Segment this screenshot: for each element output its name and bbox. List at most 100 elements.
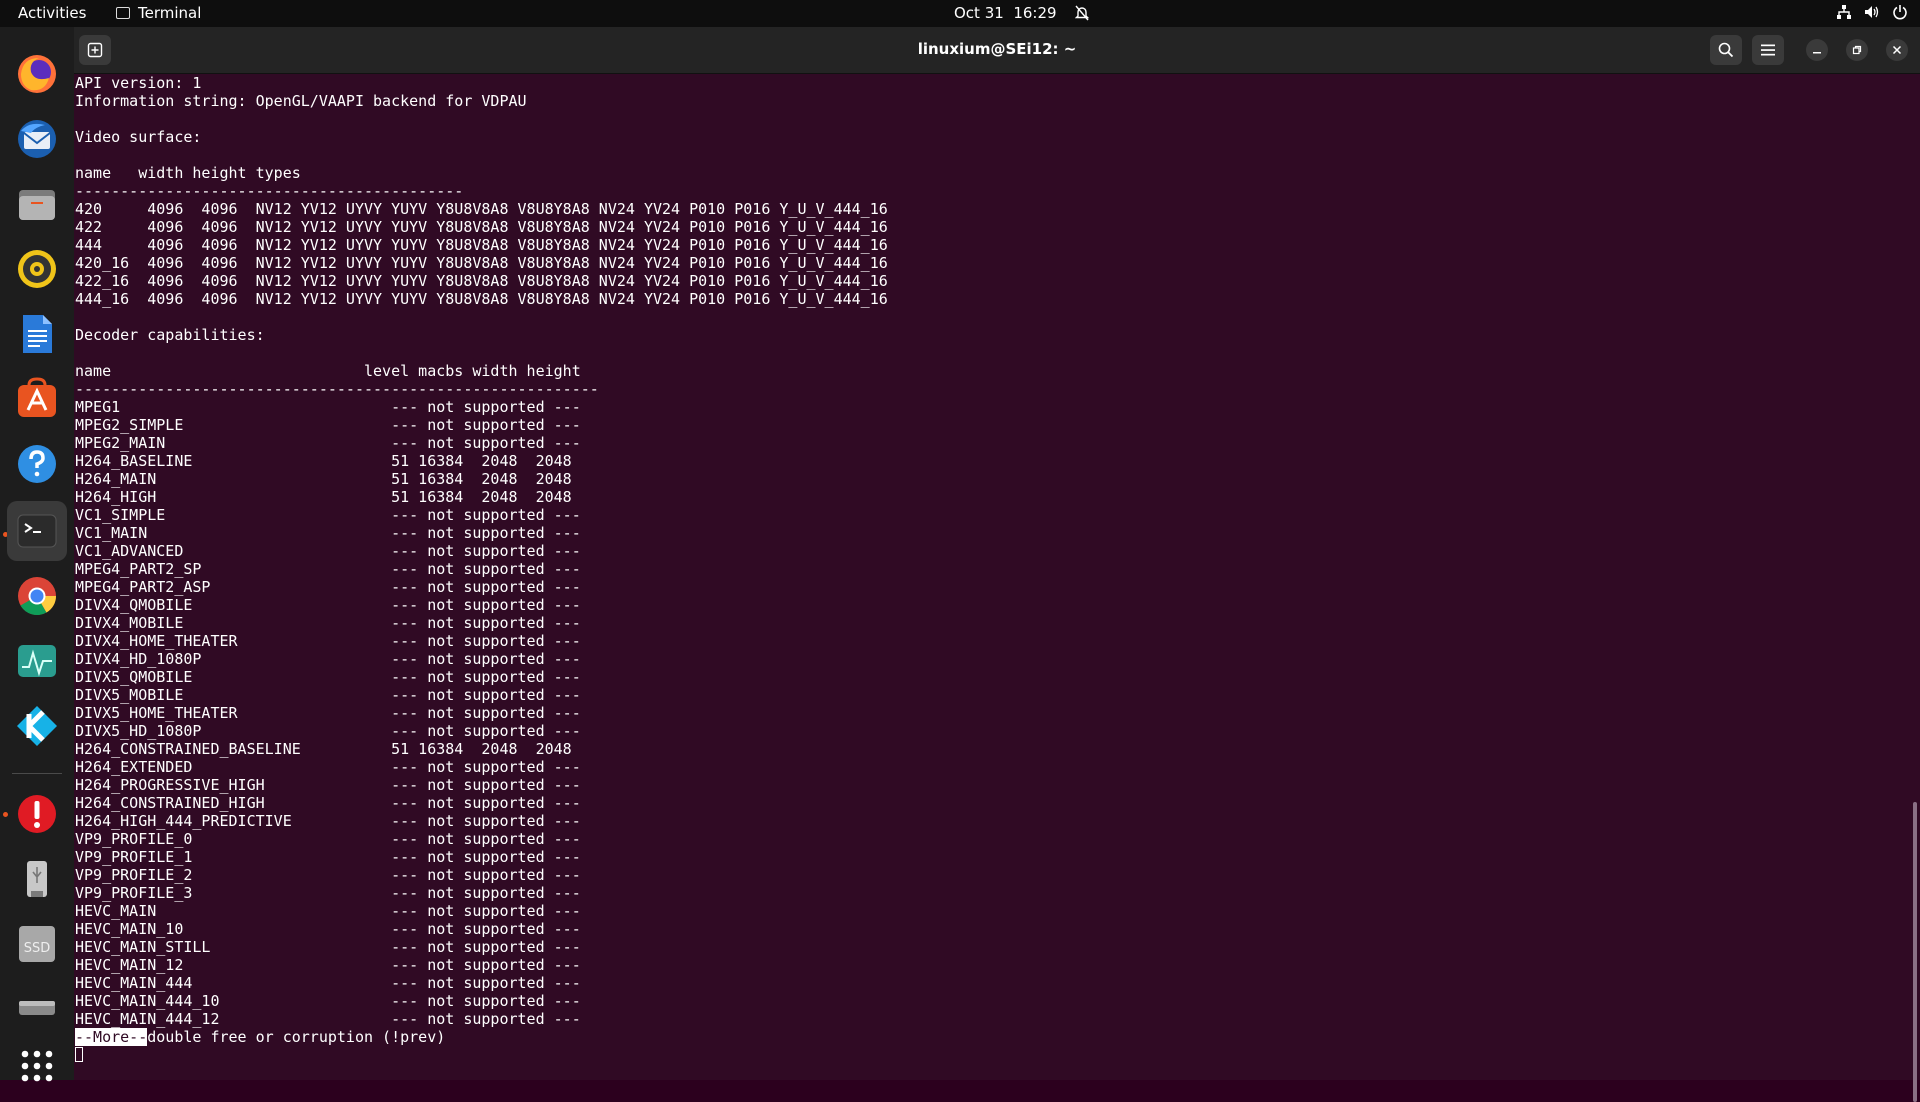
terminal-line: HEVC_MAIN_444 --- not supported --- — [75, 974, 581, 992]
terminal-line: H264_PROGRESSIVE_HIGH --- not supported … — [75, 776, 581, 794]
usb-drive-icon — [27, 861, 47, 897]
terminal-line: 444 4096 4096 NV12 YV12 UYVY YUYV Y8U8V8… — [75, 236, 888, 254]
dock-firefox[interactable] — [7, 44, 67, 104]
terminal-line: HEVC_MAIN_444_10 --- not supported --- — [75, 992, 581, 1010]
libreoffice-writer-icon — [23, 315, 52, 353]
dock-system-monitor[interactable] — [7, 631, 67, 691]
terminal-text: API version: 1 Information string: OpenG… — [74, 74, 1904, 1028]
firefox-icon — [18, 55, 56, 93]
terminal-line: Information string: OpenGL/VAAPI backend… — [75, 92, 527, 110]
restore-button[interactable] — [1846, 39, 1868, 61]
more-prompt: --More-- — [75, 1028, 148, 1046]
terminal-line: 422 4096 4096 NV12 YV12 UYVY YUYV Y8U8V8… — [75, 218, 888, 236]
system-monitor-icon — [18, 645, 56, 677]
dock-kodi[interactable] — [7, 696, 67, 756]
terminal-line: HEVC_MAIN_12 --- not supported --- — [75, 956, 581, 974]
terminal-line: H264_CONSTRAINED_HIGH --- not supported … — [75, 794, 581, 812]
terminal-line: MPEG4_PART2_SP --- not supported --- — [75, 560, 581, 578]
terminal-line: Decoder capabilities: — [75, 326, 265, 344]
app-menu-label: Terminal — [138, 4, 202, 22]
terminal-window: linuxium@SEi12: ~ API version: 1 Informa… — [74, 27, 1920, 1102]
rhythmbox-icon — [18, 250, 56, 288]
terminal-line: API version: 1 — [75, 74, 202, 92]
dock-app-center[interactable] — [7, 369, 67, 429]
terminal-icon — [17, 514, 57, 548]
terminal-line: 420 4096 4096 NV12 YV12 UYVY YUYV Y8U8V8… — [75, 200, 888, 218]
dock-thunderbird[interactable] — [7, 109, 67, 169]
terminal-line: name width height types — [75, 164, 301, 182]
terminal-line: VP9_PROFILE_1 --- not supported --- — [75, 848, 581, 866]
dock-error-report[interactable] — [7, 784, 67, 844]
terminal-line: H264_EXTENDED --- not supported --- — [75, 758, 581, 776]
terminal-line: H264_CONSTRAINED_BASELINE 51 16384 2048 … — [75, 740, 572, 758]
terminal-line: MPEG2_SIMPLE --- not supported --- — [75, 416, 581, 434]
thunderbird-icon — [18, 120, 56, 158]
window-headerbar[interactable]: linuxium@SEi12: ~ — [74, 27, 1920, 74]
terminal-line: DIVX5_HOME_THEATER --- not supported --- — [75, 704, 581, 722]
dock-writer[interactable] — [7, 304, 67, 364]
terminal-line: MPEG4_PART2_ASP --- not supported --- — [75, 578, 581, 596]
dock-usb-drive[interactable] — [7, 849, 67, 909]
terminal-line: ----------------------------------------… — [75, 380, 599, 398]
app-menu[interactable]: Terminal — [116, 4, 201, 22]
hamburger-menu-icon — [1761, 44, 1775, 56]
dock-chrome[interactable] — [7, 566, 67, 626]
terminal-line: ----------------------------------------… — [75, 182, 464, 200]
terminal-line: HEVC_MAIN_444_12 --- not supported --- — [75, 1010, 581, 1028]
terminal-line: 422_16 4096 4096 NV12 YV12 UYVY YUYV Y8U… — [75, 272, 888, 290]
volume-icon — [1865, 6, 1879, 18]
ssd-label: SSD — [24, 941, 51, 956]
activities-button[interactable]: Activities — [18, 4, 86, 22]
terminal-line: 420_16 4096 4096 NV12 YV12 UYVY YUYV Y8U… — [75, 254, 888, 272]
terminal-line: H264_HIGH 51 16384 2048 2048 — [75, 488, 572, 506]
terminal-scrollbar[interactable] — [1913, 802, 1917, 1102]
terminal-line: MPEG1 --- not supported --- — [75, 398, 581, 416]
terminal-line: 444_16 4096 4096 NV12 YV12 UYVY YUYV Y8U… — [75, 290, 888, 308]
menu-button[interactable] — [1752, 35, 1784, 65]
terminal-cursor — [75, 1047, 83, 1062]
terminal-more-line: --More--double free or corruption (!prev… — [74, 1028, 1904, 1064]
drive-icon — [19, 1001, 55, 1015]
terminal-line: DIVX4_HOME_THEATER --- not supported --- — [75, 632, 581, 650]
network-wired-icon — [1837, 5, 1851, 19]
terminal-line: H264_BASELINE 51 16384 2048 2048 — [75, 452, 572, 470]
clock[interactable]: Oct 31 16:29 — [954, 4, 1089, 22]
app-center-icon — [18, 377, 56, 417]
dock-rhythmbox[interactable] — [7, 239, 67, 299]
search-button[interactable] — [1710, 35, 1742, 65]
close-icon — [1892, 45, 1902, 55]
minimize-icon — [1813, 52, 1821, 54]
terminal-line: DIVX5_QMOBILE --- not supported --- — [75, 668, 581, 686]
dock: SSD — [0, 27, 74, 1082]
error-report-icon — [18, 795, 56, 833]
terminal-line: VP9_PROFILE_2 --- not supported --- — [75, 866, 581, 884]
terminal-line: HEVC_MAIN_STILL --- not supported --- — [75, 938, 581, 956]
more-tail: double free or corruption (!prev) — [147, 1028, 446, 1046]
terminal-line: DIVX5_MOBILE --- not supported --- — [75, 686, 581, 704]
chrome-icon — [18, 577, 57, 616]
terminal-line: DIVX4_HD_1080P --- not supported --- — [75, 650, 581, 668]
dock-separator — [12, 773, 62, 774]
terminal-output[interactable]: API version: 1 Information string: OpenG… — [74, 74, 1904, 1080]
terminal-line: name level macbs width height — [75, 362, 581, 380]
files-icon — [19, 190, 55, 220]
system-tray[interactable] — [1836, 4, 1908, 20]
clock-time: 16:29 — [1013, 4, 1057, 22]
terminal-line: VC1_ADVANCED --- not supported --- — [75, 542, 581, 560]
terminal-line: DIVX4_QMOBILE --- not supported --- — [75, 596, 581, 614]
power-icon — [1893, 5, 1907, 20]
dock-show-apps[interactable] — [7, 1036, 67, 1096]
dock-help[interactable] — [7, 434, 67, 494]
dock-files[interactable] — [7, 174, 67, 234]
dock-drive[interactable] — [7, 979, 67, 1039]
dock-terminal[interactable] — [7, 501, 67, 561]
terminal-line: VP9_PROFILE_3 --- not supported --- — [75, 884, 581, 902]
terminal-line: VC1_MAIN --- not supported --- — [75, 524, 581, 542]
terminal-line: DIVX5_HD_1080P --- not supported --- — [75, 722, 581, 740]
search-icon — [1718, 42, 1734, 58]
dock-ssd-drive[interactable]: SSD — [7, 914, 67, 974]
terminal-line: DIVX4_MOBILE --- not supported --- — [75, 614, 581, 632]
window-title: linuxium@SEi12: ~ — [917, 40, 1077, 58]
minimize-button[interactable] — [1806, 39, 1828, 61]
close-button[interactable] — [1886, 39, 1908, 61]
